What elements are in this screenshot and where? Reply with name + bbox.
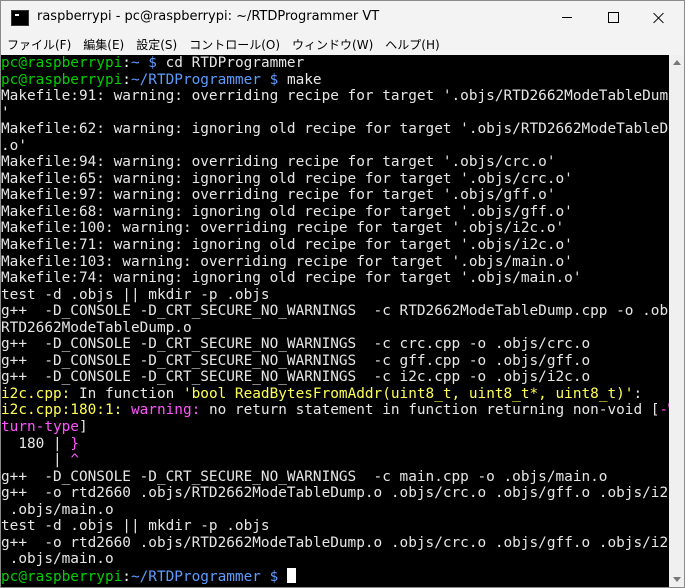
prompt-path: ~/RTDProgrammer <box>130 568 261 585</box>
close-icon <box>653 12 665 24</box>
prompt-command: make <box>286 71 322 88</box>
output-line: RTD2662ModeTableDump.o <box>1 319 192 336</box>
diagnostic-warning-line: i2c.cpp:180:1: warning: no return statem… <box>1 402 669 419</box>
output-line: .objs/main.o <box>1 551 114 568</box>
prompt-line: pc@raspberrypi:~ $ cd RTDProgrammer <box>1 55 305 71</box>
maximize-icon <box>607 12 619 23</box>
prompt-line: pc@raspberrypi:~/RTDProgrammer $ <box>1 567 669 585</box>
output-line: Makefile:100: warning: overriding recipe… <box>1 220 565 237</box>
output-line: test -d .objs || mkdir -p .objs <box>1 286 270 303</box>
source-caret-line: | ^ <box>1 452 669 469</box>
output-line: g++ -D_CONSOLE -D_CRT_SECURE_NO_WARNINGS… <box>1 468 608 485</box>
source-caret: ^ <box>70 452 79 469</box>
scroll-down-icon[interactable] <box>673 577 681 582</box>
output-line: Makefile:103: warning: overriding recipe… <box>1 253 573 270</box>
minimize-icon <box>562 17 572 18</box>
title-bar[interactable]: raspberrypi - pc@raspberrypi: ~/RTDProgr… <box>1 1 684 34</box>
output-line: Makefile:71: warning: ignoring old recip… <box>1 237 573 254</box>
diag-function: 'bool ReadBytesFromAddr(uint8_t, uint8_t… <box>182 385 634 402</box>
scroll-up-icon[interactable] <box>673 60 681 65</box>
prompt-path: ~ <box>130 55 140 71</box>
minimize-button[interactable] <box>544 1 590 34</box>
diagnostic-function-line: i2c.cpp: In function 'bool ReadBytesFrom… <box>1 386 669 403</box>
terminal-output[interactable]: pc@raspberrypi:~ $ cd RTDProgrammer pc@r… <box>1 55 669 587</box>
warning-flag-cont: turn-type <box>1 419 79 436</box>
prompt-userhost: pc@raspberrypi <box>1 71 123 88</box>
text-cursor <box>286 567 296 583</box>
warning-text: no return statement in function returnin… <box>200 402 660 419</box>
source-caret-pad: | <box>1 452 71 469</box>
diag-file: i2c.cpp: <box>1 385 71 402</box>
source-line-number: 180 | <box>1 435 71 452</box>
menu-bar: ファイル(F) 編集(E) 設定(S) コントロール(O) ウィンドウ(W) ヘ… <box>1 34 684 54</box>
output-line: g++ -D_CONSOLE -D_CRT_SECURE_NO_WARNINGS… <box>1 303 669 320</box>
maximize-button[interactable] <box>590 1 636 34</box>
output-line: ' <box>1 104 10 121</box>
output-line: Makefile:91: warning: overriding recipe … <box>1 88 669 105</box>
output-line: Makefile:65: warning: ignoring old recip… <box>1 170 573 187</box>
vertical-scrollbar[interactable] <box>669 55 684 587</box>
diag-end: : <box>633 385 643 402</box>
output-line: g++ -D_CONSOLE -D_CRT_SECURE_NO_WARNINGS… <box>1 369 591 386</box>
prompt-line: pc@raspberrypi:~/RTDProgrammer $ make <box>1 71 322 88</box>
prompt-userhost: pc@raspberrypi <box>1 55 123 71</box>
menu-help[interactable]: ヘルプ(H) <box>379 34 445 54</box>
diag-text: In function <box>70 385 183 402</box>
prompt-userhost: pc@raspberrypi <box>1 568 123 585</box>
window-title: raspberrypi - pc@raspberrypi: ~/RTDProgr… <box>37 9 380 24</box>
menu-control[interactable]: コントロール(O) <box>183 34 286 54</box>
diagnostic-warning-cont: turn-type] <box>1 419 669 436</box>
output-line: test -d .objs || mkdir -p .objs <box>1 518 270 535</box>
menu-file[interactable]: ファイル(F) <box>1 34 77 54</box>
close-button[interactable] <box>636 1 682 34</box>
source-line: 180 | } <box>1 436 669 453</box>
output-line: .o' <box>1 137 27 154</box>
output-line: Makefile:94: warning: overriding recipe … <box>1 154 556 171</box>
output-line: .objs/main.o <box>1 501 114 518</box>
output-line: g++ -o rtd2660 .objs/RTD2662ModeTableDum… <box>1 534 669 551</box>
prompt-path: ~/RTDProgrammer <box>130 71 261 88</box>
menu-settings[interactable]: 設定(S) <box>130 34 183 54</box>
warning-close: ] <box>78 419 88 436</box>
output-line: Makefile:68: warning: ignoring old recip… <box>1 203 573 220</box>
prompt-command: cd RTDProgrammer <box>165 55 305 71</box>
warning-flag: -Wre <box>659 402 669 419</box>
menu-edit[interactable]: 編集(E) <box>77 34 130 54</box>
terminal-app-icon[interactable] <box>11 10 29 26</box>
warning-label: warning: <box>122 402 201 419</box>
output-line: g++ -D_CONSOLE -D_CRT_SECURE_NO_WARNINGS… <box>1 336 591 353</box>
output-line: Makefile:74: warning: ignoring old recip… <box>1 270 582 287</box>
output-line: g++ -o rtd2660 .objs/RTD2662ModeTableDum… <box>1 485 669 502</box>
output-line: Makefile:62: warning: ignoring old recip… <box>1 121 669 138</box>
output-line: Makefile:97: warning: overriding recipe … <box>1 187 556 204</box>
source-brace: } <box>70 435 79 452</box>
warning-location: i2c.cpp:180:1: <box>1 402 123 419</box>
terminal-window: raspberrypi - pc@raspberrypi: ~/RTDProgr… <box>0 0 685 588</box>
menu-window[interactable]: ウィンドウ(W) <box>286 34 379 54</box>
output-line: g++ -D_CONSOLE -D_CRT_SECURE_NO_WARNINGS… <box>1 352 591 369</box>
